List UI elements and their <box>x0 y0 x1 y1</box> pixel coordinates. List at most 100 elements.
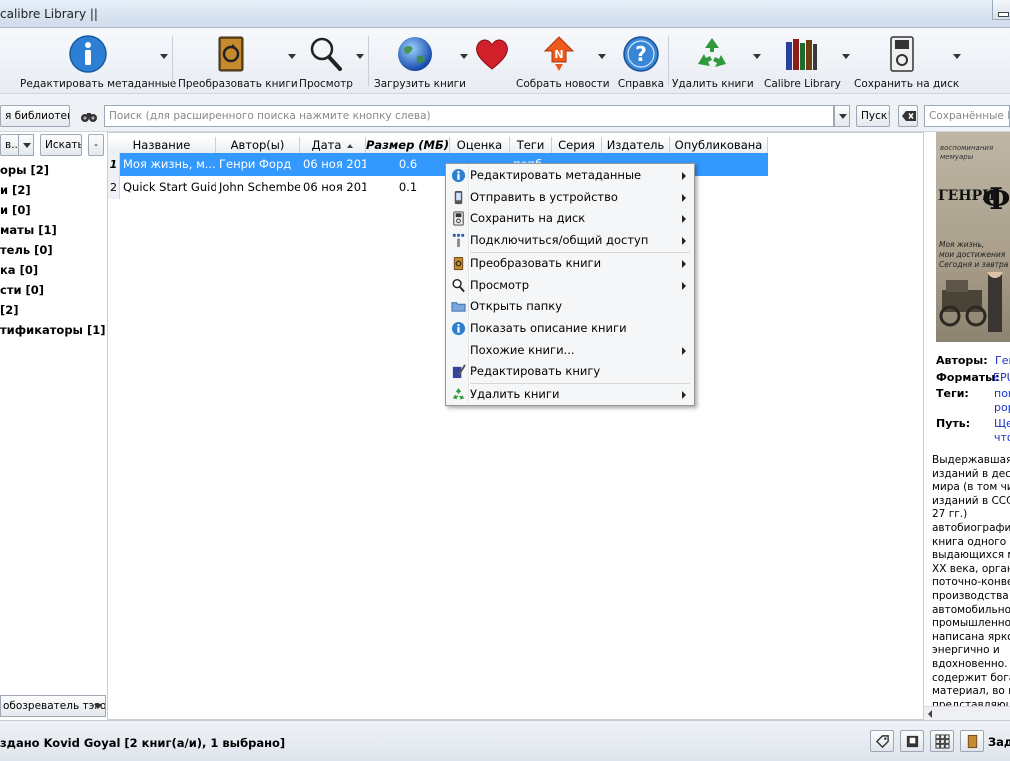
cover-grid-toggle-button[interactable] <box>930 730 954 752</box>
tag-category-tags[interactable]: [2] <box>0 303 19 317</box>
minimize-button[interactable] <box>992 0 1010 20</box>
tag-filter-dropdown[interactable] <box>18 134 34 156</box>
saved-searches-input[interactable]: Сохранённые П... <box>924 105 1010 127</box>
details-horizontal-scrollbar[interactable] <box>924 706 1010 720</box>
tags-link[interactable]: поп <box>994 387 1010 400</box>
fetch-news-dropdown[interactable] <box>598 54 606 59</box>
search-go-button[interactable]: Пуск! <box>856 105 890 127</box>
tag-category-identifiers[interactable]: тификаторы [1] <box>0 323 105 337</box>
library-icon <box>786 39 817 70</box>
description-line: вдохновенно. С <box>932 657 1010 670</box>
edit-metadata-button[interactable]: Редактировать метаданные <box>20 32 176 90</box>
tag-collapse-button[interactable]: - <box>88 134 104 156</box>
menu-item-label: Просмотр <box>470 278 530 292</box>
menu-item-edit-book[interactable]: Редактировать книгу <box>448 361 692 382</box>
menu-item-convert-books[interactable]: Преобразовать книги <box>448 253 692 274</box>
tag-category-formats[interactable]: маты [1] <box>0 223 57 237</box>
get-books-dropdown[interactable] <box>460 54 468 59</box>
menu-item-label: Отправить в устройство <box>470 190 618 204</box>
get-books-button[interactable]: Загрузить книги <box>374 32 466 90</box>
cell-title[interactable]: Quick Start Guide <box>120 176 216 199</box>
recycle-icon <box>452 387 465 400</box>
view-button[interactable]: Просмотр <box>298 32 354 90</box>
details-authors-row: Авторы: Ген <box>936 354 1010 367</box>
cell-size[interactable]: 0.1 <box>366 176 450 199</box>
convert-books-dropdown[interactable] <box>288 54 296 59</box>
description-line: написана ярко, <box>932 630 1010 643</box>
tag-browser-select[interactable]: обозреватель тэгов <box>0 695 106 717</box>
library-button[interactable]: Calibre Library <box>764 32 841 90</box>
search-bar: я библиотека Поиск (для расширенного пои… <box>0 94 1010 132</box>
status-bar: здано Kovid Goyal [2 книг(а/и), 1 выбран… <box>0 720 1010 761</box>
book-details-toggle-button[interactable] <box>900 730 924 752</box>
binoculars-icon[interactable] <box>80 108 98 124</box>
convert-books-button[interactable]: Преобразовать книги <box>178 32 298 90</box>
submenu-arrow-icon <box>682 282 686 290</box>
tag-browser-toggle-button[interactable] <box>870 730 894 752</box>
menu-item-similar-books[interactable]: Похожие книги... <box>448 340 692 361</box>
save-to-disk-dropdown[interactable] <box>953 54 961 59</box>
save-to-disk-button[interactable]: Сохранить на диск <box>854 32 960 90</box>
formats-link[interactable]: EPU <box>993 371 1010 384</box>
remove-books-button[interactable]: Удалить книги <box>672 32 754 90</box>
details-formats-row: Форматы: EPU <box>936 371 1010 384</box>
tag-category-news[interactable]: сти [0] <box>0 283 44 297</box>
jobs-button[interactable] <box>960 730 984 752</box>
tag-category-rating[interactable]: ка [0] <box>0 263 38 277</box>
cell-author[interactable]: Генри Форд <box>216 153 300 176</box>
fetch-news-button[interactable]: N Собрать новости <box>516 32 610 90</box>
authors-link[interactable]: Ген <box>995 354 1010 367</box>
menu-item-label: Редактировать книгу <box>470 364 601 378</box>
cell-date[interactable]: 06 ноя 2015 <box>300 176 366 199</box>
cell-author[interactable]: John Schember <box>216 176 300 199</box>
menu-item-remove-books[interactable]: Удалить книги <box>448 384 692 405</box>
donate-button[interactable] <box>470 32 514 90</box>
menu-item-label: Показать описание книги <box>470 321 627 335</box>
tag-category-3[interactable]: и [0] <box>0 203 31 217</box>
remove-books-dropdown[interactable] <box>753 54 761 59</box>
tags-link[interactable]: рор <box>994 401 1010 414</box>
path-link[interactable]: Щел <box>994 417 1010 430</box>
tag-find-button[interactable]: Искать <box>40 134 82 156</box>
status-text: здано Kovid Goyal [2 книг(а/и), 1 выбран… <box>0 736 286 750</box>
menu-item-save-to-disk[interactable]: Сохранить на диск <box>448 208 692 229</box>
clear-icon <box>902 111 916 121</box>
search-input[interactable]: Поиск (для расширенного поиска нажмите к… <box>104 105 834 127</box>
cell-date[interactable]: 06 ноя 2015 <box>300 153 366 176</box>
menu-item-send-to-device[interactable]: Отправить в устройство <box>448 187 692 208</box>
info-icon <box>69 35 107 73</box>
menu-item-edit-metadata[interactable]: Редактировать метаданные <box>448 165 692 186</box>
clear-search-button[interactable] <box>898 105 918 127</box>
toolbar-separator <box>368 36 369 86</box>
library-dropdown[interactable] <box>842 54 850 59</box>
cell-title[interactable]: Моя жизнь, м... <box>120 153 216 176</box>
submenu-arrow-icon <box>682 237 686 245</box>
description-line: выдающихся ме <box>932 549 1010 562</box>
cover-text-line: Моя жизнь, <box>939 240 985 249</box>
menu-item-open-folder[interactable]: Открыть папку <box>448 296 692 317</box>
menu-item-show-book-details[interactable]: Показать описание книги <box>448 318 692 339</box>
submenu-arrow-icon <box>682 194 686 202</box>
tag-category-publisher[interactable]: тель [0] <box>0 243 53 257</box>
virtual-library-button[interactable]: я библиотека <box>0 105 70 127</box>
cover-car-illustration <box>939 272 1003 332</box>
jobs-label[interactable]: Зад <box>988 735 1010 749</box>
save-to-disk-label: Сохранить на диск <box>854 78 960 90</box>
convert-book-icon <box>218 36 244 72</box>
path-link[interactable]: что <box>994 431 1010 444</box>
menu-item-view[interactable]: Просмотр <box>448 275 692 296</box>
convert-book-icon <box>453 256 464 271</box>
search-history-dropdown[interactable] <box>834 105 850 127</box>
description-line: книга одного и <box>932 535 1010 548</box>
edit-metadata-dropdown[interactable] <box>160 54 168 59</box>
cell-size[interactable]: 0.6 <box>366 153 450 176</box>
tag-category-authors[interactable]: оры [2] <box>0 163 49 177</box>
description-line: 27 гг.) <box>932 508 968 521</box>
tag-category-series[interactable]: и [2] <box>0 183 31 197</box>
submenu-arrow-icon <box>682 347 686 355</box>
menu-item-connect-share[interactable]: Подключиться/общий доступ <box>448 230 692 251</box>
view-dropdown[interactable] <box>356 54 364 59</box>
help-button[interactable]: ? Справка <box>614 32 668 90</box>
info-icon <box>451 168 466 183</box>
book-cover[interactable]: воспоминания мемуары ГЕНРИ ФО Моя жизнь,… <box>936 132 1010 342</box>
